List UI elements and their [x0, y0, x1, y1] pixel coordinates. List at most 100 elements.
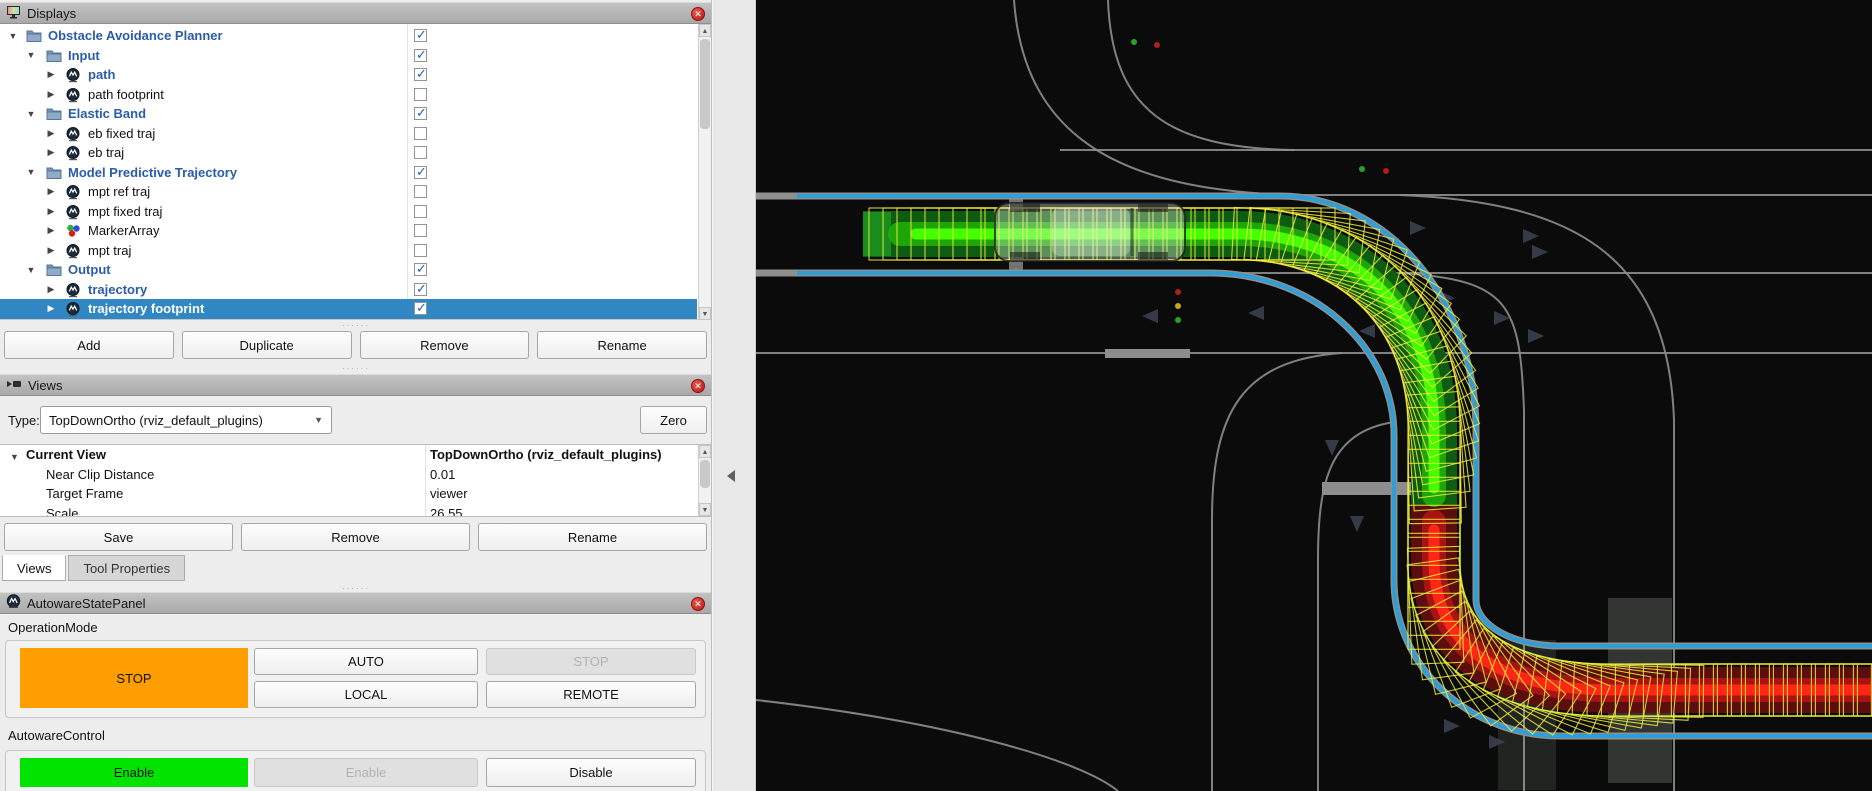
visibility-checkbox[interactable]	[414, 205, 427, 218]
current-view-scrollbar[interactable]: ▲ ▼	[698, 445, 711, 516]
tree-item-label: Output	[68, 262, 111, 277]
property-value: TopDownOrtho (rviz_default_plugins)	[430, 447, 662, 462]
displays-panel-titlebar[interactable]: Displays ✕	[0, 2, 712, 24]
tab-tool-properties[interactable]: Tool Properties	[68, 555, 185, 581]
tree-item-mpt-ref-traj[interactable]: ▶mpt ref traj	[0, 182, 697, 202]
expander-closed-icon[interactable]: ▶	[46, 206, 56, 217]
displays-add-button[interactable]: Add	[4, 331, 174, 359]
visibility-checkbox[interactable]	[414, 146, 427, 159]
tree-item-model-predictive-trajectory[interactable]: ▼Model Predictive Trajectory	[0, 163, 697, 183]
visibility-checkbox[interactable]	[414, 224, 427, 237]
expander-closed-icon[interactable]: ▶	[46, 284, 56, 295]
expander-closed-icon[interactable]: ▶	[46, 303, 56, 314]
tree-item-trajectory-footprint[interactable]: ▶ trajectory footprint	[0, 299, 697, 319]
splitter-handle[interactable]: ······	[0, 322, 712, 330]
scroll-up-icon[interactable]: ▲	[699, 24, 711, 37]
operation-mode-status-indicator: STOP	[20, 648, 248, 708]
views-remove-button[interactable]: Remove	[241, 523, 470, 551]
displays-remove-button[interactable]: Remove	[360, 331, 530, 359]
displays-rename-button[interactable]: Rename	[537, 331, 707, 359]
visibility-checkbox[interactable]	[414, 127, 427, 140]
operation-mode-local-button[interactable]: LOCAL	[254, 681, 478, 708]
autoware-control-disable-button[interactable]: Disable	[486, 758, 696, 787]
tree-item-eb-fixed-traj[interactable]: ▶ eb fixed traj	[0, 124, 697, 144]
panel-splitter[interactable]	[712, 0, 756, 791]
expander-open-icon[interactable]: ▼	[26, 109, 36, 119]
scrollbar-thumb[interactable]	[700, 39, 710, 129]
expander-closed-icon[interactable]: ▶	[46, 89, 56, 100]
expander-open-icon[interactable]: ▼	[26, 167, 36, 177]
state-panel-close-button[interactable]: ✕	[691, 597, 705, 611]
visibility-checkbox[interactable]	[414, 68, 427, 81]
scroll-up-icon[interactable]: ▲	[699, 445, 711, 458]
zero-button[interactable]: Zero	[640, 406, 707, 434]
displays-tree-scrollbar[interactable]: ▲ ▼	[698, 24, 711, 320]
tree-item-elastic-band[interactable]: ▼ Elastic Band	[0, 104, 697, 124]
expander-closed-icon[interactable]: ▶	[46, 147, 56, 158]
view-type-dropdown[interactable]: TopDownOrtho (rviz_default_plugins) ▼	[40, 406, 332, 434]
visibility-checkbox[interactable]	[414, 88, 427, 101]
tree-item-path[interactable]: ▶path	[0, 65, 697, 85]
scrollbar-thumb[interactable]	[700, 460, 710, 488]
collapse-arrow-icon[interactable]	[727, 470, 735, 482]
visibility-checkbox[interactable]	[414, 49, 427, 62]
tree-item-path-footprint[interactable]: ▶path footprint	[0, 85, 697, 105]
views-rename-button[interactable]: Rename	[478, 523, 707, 551]
property-row-target-frame[interactable]: Target Frameviewer	[0, 486, 697, 506]
displays-close-button[interactable]: ✕	[691, 7, 705, 21]
expander-open-icon[interactable]: ▼	[10, 452, 19, 462]
visibility-checkbox[interactable]	[414, 302, 427, 315]
splitter-handle[interactable]: ······	[0, 365, 712, 373]
visibility-checkbox[interactable]	[414, 107, 427, 120]
visibility-checkbox[interactable]	[414, 263, 427, 276]
expander-closed-icon[interactable]: ▶	[46, 225, 56, 236]
views-save-button[interactable]: Save	[4, 523, 233, 551]
expander-open-icon[interactable]: ▼	[26, 265, 36, 275]
tree-item-label: Input	[68, 48, 100, 63]
tree-item-obstacle-avoidance-planner[interactable]: ▼Obstacle Avoidance Planner	[0, 26, 697, 46]
views-close-button[interactable]: ✕	[691, 379, 705, 393]
tree-item-trajectory[interactable]: ▶ trajectory	[0, 280, 697, 300]
visibility-checkbox[interactable]	[414, 283, 427, 296]
tree-item-mpt-traj[interactable]: ▶mpt traj	[0, 241, 697, 261]
tree-item-eb-traj[interactable]: ▶eb traj	[0, 143, 697, 163]
expander-closed-icon[interactable]: ▶	[46, 128, 56, 139]
property-row-current-view[interactable]: ▼Current ViewTopDownOrtho (rviz_default_…	[0, 447, 697, 467]
3d-viewport[interactable]	[756, 0, 1872, 791]
visibility-checkbox[interactable]	[414, 244, 427, 257]
expander-closed-icon[interactable]: ▶	[46, 69, 56, 80]
state-panel-titlebar[interactable]: AutowareStatePanel ✕	[0, 592, 712, 614]
scroll-down-icon[interactable]: ▼	[699, 307, 711, 320]
autoware-control-label: AutowareControl	[8, 728, 105, 743]
displays-panel-title: Displays	[27, 6, 76, 21]
tree-item-label: mpt fixed traj	[88, 204, 162, 219]
expander-closed-icon[interactable]: ▶	[46, 186, 56, 197]
tab-views[interactable]: Views	[2, 555, 66, 581]
displays-duplicate-button[interactable]: Duplicate	[182, 331, 352, 359]
displays-tree: ▼Obstacle Avoidance Planner▼Input▶path▶p…	[0, 24, 712, 320]
tree-item-markerarray[interactable]: ▶ MarkerArray	[0, 221, 697, 241]
property-row-scale[interactable]: Scale26.55	[0, 506, 697, 518]
expander-open-icon[interactable]: ▼	[26, 50, 36, 60]
property-row-near-clip-distance[interactable]: Near Clip Distance0.01	[0, 467, 697, 487]
tree-item-label: Elastic Band	[68, 106, 146, 121]
visibility-checkbox[interactable]	[414, 185, 427, 198]
expander-open-icon[interactable]: ▼	[8, 31, 18, 41]
tree-item-label: MarkerArray	[88, 223, 160, 238]
scroll-down-icon[interactable]: ▼	[699, 503, 711, 516]
panel-tab-bar: ViewsTool Properties	[2, 555, 187, 581]
ego-vehicle	[995, 203, 1185, 261]
visibility-checkbox[interactable]	[414, 29, 427, 42]
tree-item-mpt-fixed-traj[interactable]: ▶ mpt fixed traj	[0, 202, 697, 222]
tree-item-input[interactable]: ▼ Input	[0, 46, 697, 66]
tree-item-output[interactable]: ▼ Output	[0, 260, 697, 280]
views-panel-titlebar[interactable]: Views ✕	[0, 374, 712, 396]
tree-item-label: trajectory	[88, 282, 147, 297]
operation-mode-remote-button[interactable]: REMOTE	[486, 681, 696, 708]
operation-mode-auto-button[interactable]: AUTO	[254, 648, 478, 675]
views-button-row: Save Remove Rename	[4, 523, 707, 551]
tree-item-label: trajectory footprint	[88, 301, 204, 316]
tree-item-label: eb fixed traj	[88, 126, 155, 141]
visibility-checkbox[interactable]	[414, 166, 427, 179]
expander-closed-icon[interactable]: ▶	[46, 245, 56, 256]
